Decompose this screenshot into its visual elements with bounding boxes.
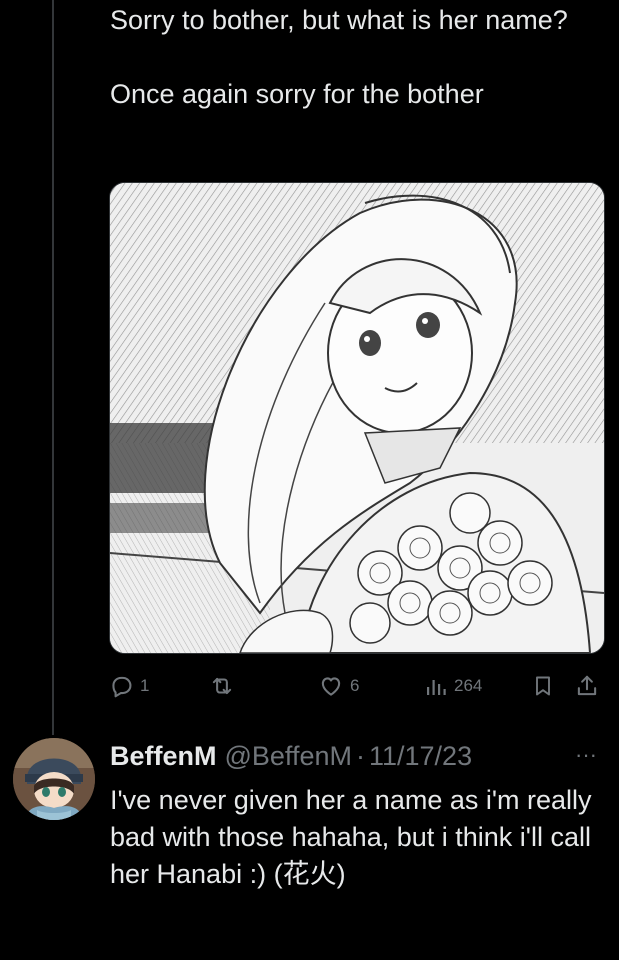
share-button[interactable] (574, 668, 600, 704)
tweet-action-bar: 1 6 264 (108, 668, 608, 704)
post-date[interactable]: 11/17/23 (369, 741, 472, 772)
reply-text: I've never given her a name as i'm reall… (110, 785, 592, 889)
views-count: 264 (454, 676, 483, 695)
like-count: 6 (350, 676, 360, 695)
display-name[interactable]: BeffenM (110, 741, 217, 772)
retweet-button[interactable] (208, 668, 242, 704)
share-icon (574, 673, 600, 699)
like-icon (318, 673, 344, 699)
retweet-icon (208, 673, 236, 699)
avatar[interactable] (13, 738, 95, 820)
reply-header: BeffenM @BeffenM · 11/17/23 (110, 736, 472, 776)
views-button[interactable]: 264 (424, 668, 482, 704)
reply-icon (108, 673, 134, 699)
reply-tweet[interactable]: BeffenM @BeffenM · 11/17/23 ··· I've nev… (0, 730, 619, 960)
tweet-media-image[interactable] (109, 182, 605, 654)
more-options-button[interactable]: ··· (571, 740, 601, 770)
reply-count: 1 (140, 676, 150, 695)
separator-dot: · (355, 740, 365, 771)
like-button[interactable]: 6 (318, 668, 359, 704)
bookmark-button[interactable] (531, 668, 555, 704)
manga-illustration (110, 183, 604, 653)
views-icon (424, 673, 448, 699)
more-icon: ··· (575, 742, 597, 767)
user-handle[interactable]: @BeffenM (225, 741, 352, 772)
original-tweet-text: Sorry to bother, but what is her name? O… (110, 5, 568, 109)
bookmark-icon (531, 673, 555, 699)
thread-connector-line (52, 0, 54, 735)
reply-button[interactable]: 1 (108, 668, 149, 704)
avatar-illustration (13, 738, 95, 820)
